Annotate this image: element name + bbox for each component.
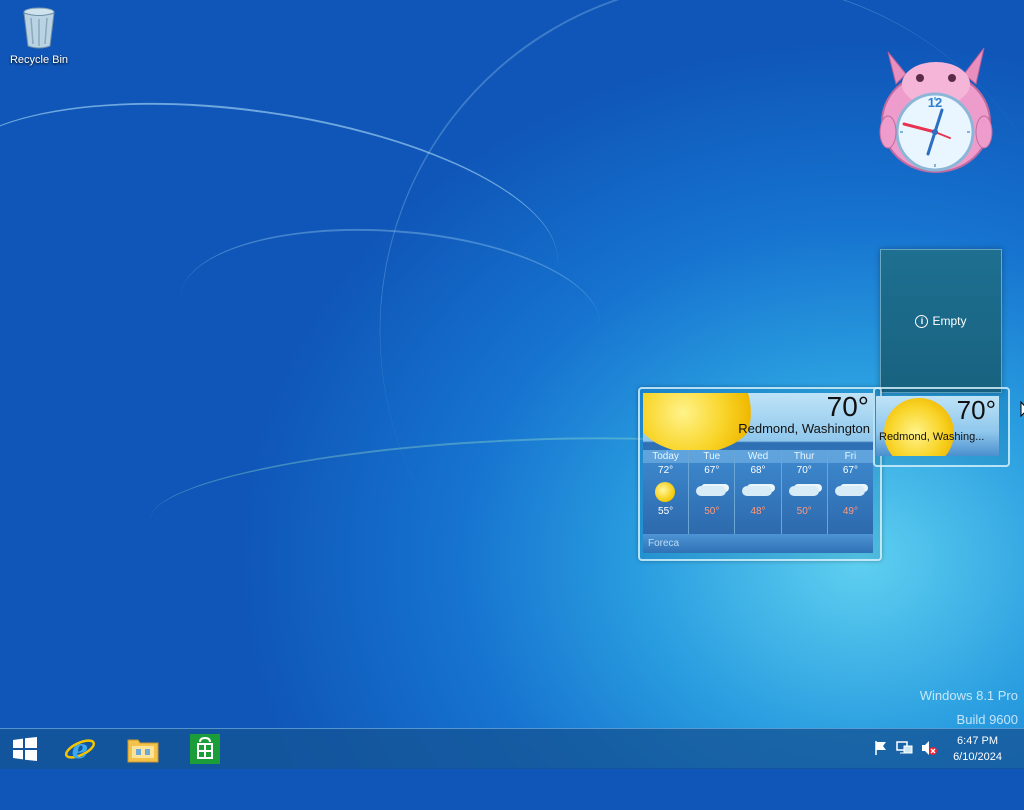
weather-gadget-small[interactable]: 70° Redmond, Washing... <box>876 396 999 456</box>
cloud-icon <box>696 486 727 496</box>
forecast-strip: Today 72° 55° Tue 67° 50° Wed 68° 48° Th… <box>643 450 873 534</box>
volume-muted-icon[interactable] <box>920 739 938 757</box>
forecast-day: Today 72° 55° <box>643 450 690 534</box>
weather-gadget-large[interactable]: 70° Redmond, Washington Today 72° 55° Tu… <box>643 393 873 553</box>
cat-clock-icon: 12 <box>879 47 993 173</box>
recycle-bin-icon <box>21 6 57 50</box>
low-temp: 50° <box>704 506 720 517</box>
day-name: Wed <box>735 450 781 463</box>
network-icon[interactable] <box>896 739 914 757</box>
cloud-icon <box>742 486 773 496</box>
location-label: Redmond, Washing... <box>879 431 985 443</box>
provider-link[interactable]: Foreca <box>643 534 873 553</box>
forecast-day: Wed 68° 48° <box>735 450 782 534</box>
high-temp: 72° <box>658 465 674 476</box>
clock-gadget[interactable]: 12 <box>876 44 996 174</box>
start-icon <box>13 737 37 761</box>
empty-label: Empty <box>932 314 967 328</box>
cloud-icon <box>788 486 819 496</box>
high-temp: 68° <box>750 465 766 476</box>
forecast-day: Fri 67° 49° <box>827 450 873 534</box>
clock-date: 6/10/2024 <box>953 751 1002 763</box>
low-temp: 48° <box>750 506 766 517</box>
store-button[interactable] <box>180 729 230 769</box>
high-temp: 70° <box>796 465 812 476</box>
low-temp: 49° <box>842 506 858 517</box>
taskbar: e 6:47 PM 6/10/2024 <box>0 728 1024 769</box>
current-temperature: 70° <box>826 393 869 422</box>
recycle-bin[interactable]: Recycle Bin <box>4 6 74 66</box>
low-temp: 50° <box>796 506 812 517</box>
empty-gadget-slot[interactable]: i Empty <box>880 249 1002 393</box>
os-edition: Windows 8.1 Pro <box>919 688 1018 703</box>
clock-time: 6:47 PM <box>957 735 999 747</box>
store-icon <box>190 734 220 764</box>
mouse-cursor-icon <box>1020 400 1024 423</box>
day-name: Thur <box>781 450 827 463</box>
start-button[interactable] <box>0 729 50 769</box>
os-watermark: Windows 8.1 Pro Build 9600 <box>920 684 1018 732</box>
sun-icon <box>655 482 675 502</box>
day-name: Today <box>643 450 689 463</box>
internet-explorer-icon: e <box>64 735 96 765</box>
action-center-flag-icon[interactable] <box>872 739 890 757</box>
forecast-day: Thur 70° 50° <box>781 450 828 534</box>
internet-explorer-button[interactable]: e <box>55 729 105 769</box>
high-temp: 67° <box>704 465 720 476</box>
current-temperature: 70° <box>956 396 996 425</box>
svg-text:e: e <box>72 735 89 765</box>
taskbar-clock[interactable]: 6:47 PM 6/10/2024 <box>953 733 1002 765</box>
forecast-day: Tue 67° 50° <box>689 450 736 534</box>
location-label: Redmond, Washington <box>738 421 870 436</box>
high-temp: 67° <box>842 465 858 476</box>
info-icon: i <box>915 314 929 328</box>
file-explorer-button[interactable] <box>118 729 168 769</box>
sun-icon <box>884 398 954 456</box>
cloud-icon <box>834 486 865 496</box>
low-temp: 55° <box>658 506 674 517</box>
recycle-bin-label: Recycle Bin <box>9 54 69 66</box>
day-name: Fri <box>827 450 873 463</box>
file-explorer-icon <box>127 739 159 763</box>
day-name: Tue <box>689 450 735 463</box>
